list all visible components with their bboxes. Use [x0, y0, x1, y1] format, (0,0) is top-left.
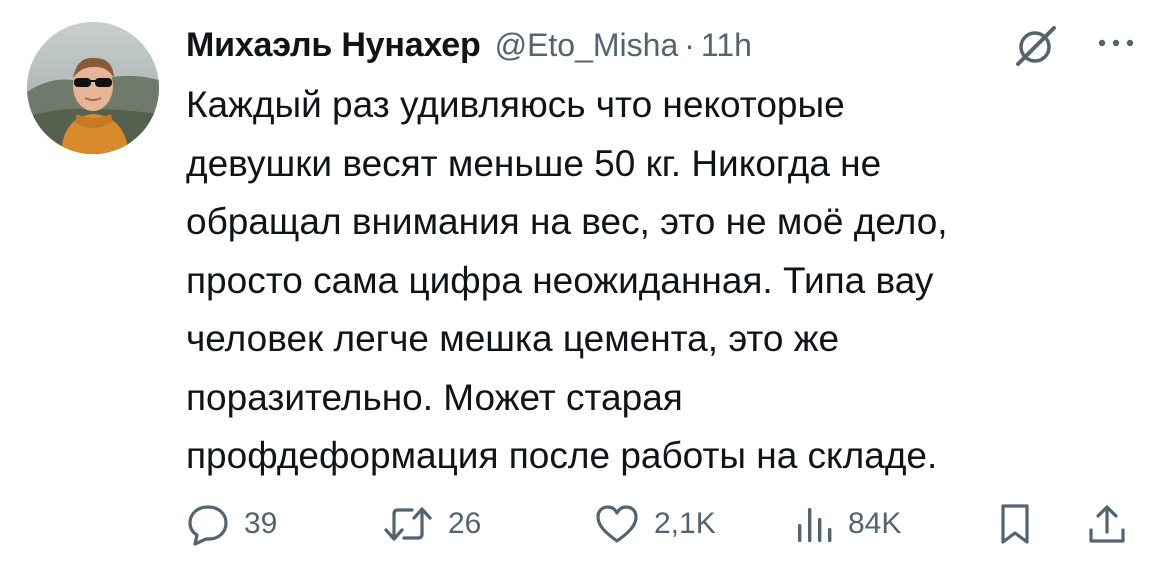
- tweet-text-line: просто сама цифра неожиданная. Типа вау: [186, 259, 934, 301]
- tweet-text-line: человек легче мешка цемента, это же: [186, 318, 840, 359]
- bookmark-button[interactable]: [998, 496, 1032, 552]
- tweet-text-line: девушки весят меньше 50 кг. Никогда не: [186, 142, 882, 184]
- author-handle[interactable]: @Eto_Misha: [495, 27, 679, 64]
- reply-count: 39: [244, 507, 278, 540]
- share-icon: [1089, 505, 1125, 543]
- share-button[interactable]: [1086, 496, 1128, 552]
- retweet-count: 26: [448, 507, 482, 540]
- reply-button[interactable]: 39: [186, 496, 277, 552]
- views-button[interactable]: 84K: [794, 496, 901, 552]
- grok-icon[interactable]: [1012, 24, 1060, 68]
- tweet-actions: 39 26 2,1K 84K: [186, 496, 1146, 552]
- views-bar-icon: [798, 508, 832, 542]
- bookmark-icon: [1001, 504, 1029, 544]
- separator-dot: ·: [684, 26, 695, 63]
- heart-icon: [596, 505, 638, 543]
- reply-icon: [188, 505, 228, 546]
- tweet-text-line: поразительно. Может старая: [186, 376, 683, 418]
- tweet-text: Каждый раз удивляюсь что некоторые девуш…: [186, 76, 1146, 486]
- author-name[interactable]: Михаэль Нунахер: [186, 26, 481, 65]
- avatar[interactable]: [27, 22, 159, 154]
- like-count: 2,1K: [654, 507, 716, 540]
- tweet-text-line: обращал внимания на вес, это не моё дело…: [186, 201, 948, 242]
- avatar-photo: [27, 22, 159, 154]
- like-button[interactable]: 2,1K: [594, 496, 716, 552]
- tweet-text-line: профдеформация после работы на складе.: [186, 435, 938, 476]
- tweet-text-line: Каждый раз удивляюсь что некоторые: [186, 84, 845, 125]
- more-dots-icon[interactable]: [1094, 28, 1138, 58]
- tweet-header: Михаэль Нунахер @Eto_Misha · 11h: [186, 20, 752, 70]
- retweet-button[interactable]: 26: [382, 496, 481, 552]
- tweet-time[interactable]: 11h: [701, 27, 752, 64]
- retweet-icon: [384, 507, 432, 541]
- views-count: 84K: [848, 507, 902, 540]
